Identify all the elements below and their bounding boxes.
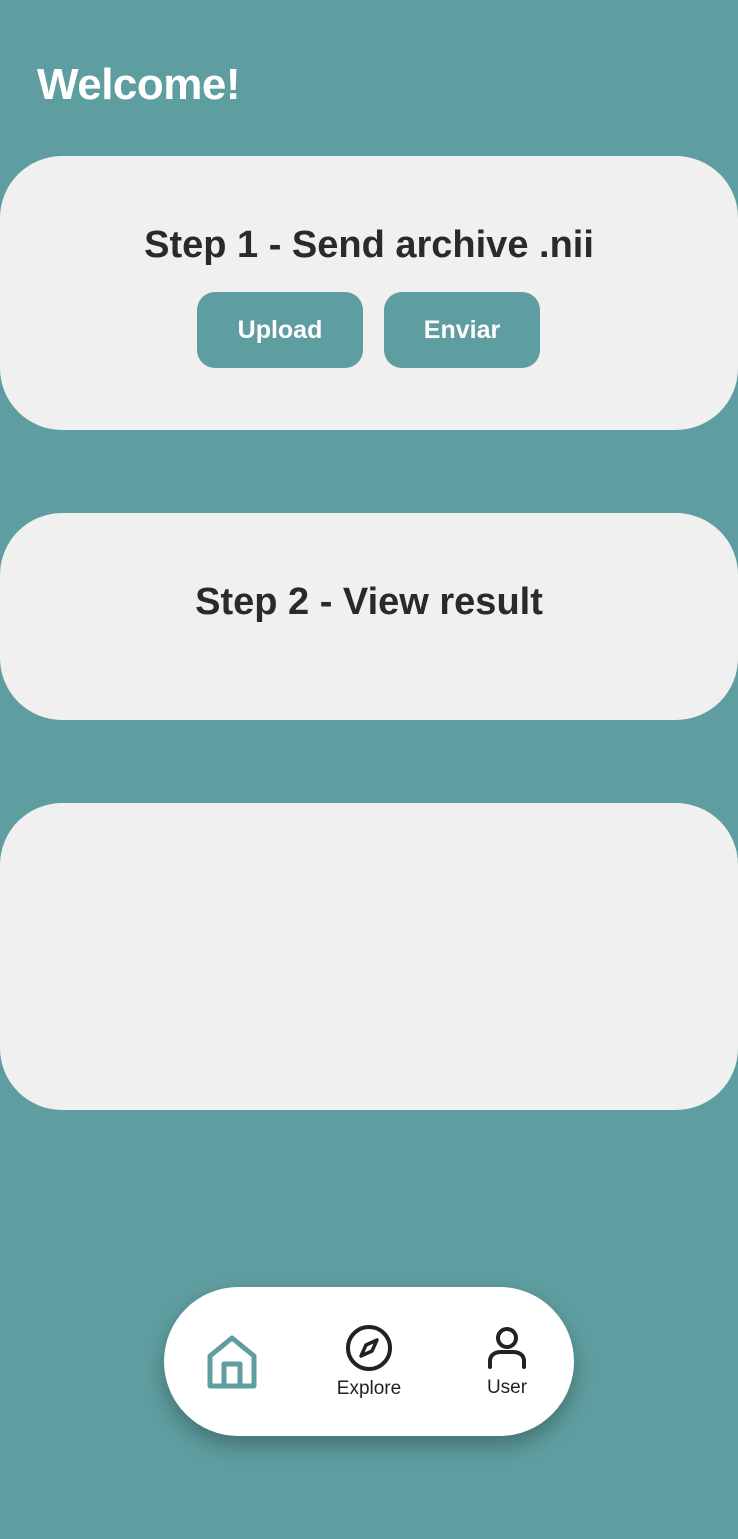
upload-button[interactable]: Upload [197,292,363,368]
step1-card: Step 1 - Send archive .nii Upload Enviar [0,156,738,430]
bottom-nav: Explore User [164,1287,574,1436]
page-title: Welcome! [37,60,241,109]
step1-title: Step 1 - Send archive .nii [144,224,594,266]
nav-item-explore[interactable]: Explore [324,1287,414,1436]
nav-label-user: User [486,1376,528,1398]
compass-icon [345,1324,393,1372]
result-panel [0,803,738,1110]
step2-title: Step 2 - View result [195,581,543,623]
nav-item-home[interactable] [192,1287,272,1436]
user-icon [485,1325,529,1371]
home-icon [206,1334,258,1390]
nav-label-explore: Explore [336,1377,402,1399]
send-button[interactable]: Enviar [384,292,540,368]
step2-card[interactable]: Step 2 - View result [0,513,738,720]
nav-item-user[interactable]: User [462,1287,552,1436]
